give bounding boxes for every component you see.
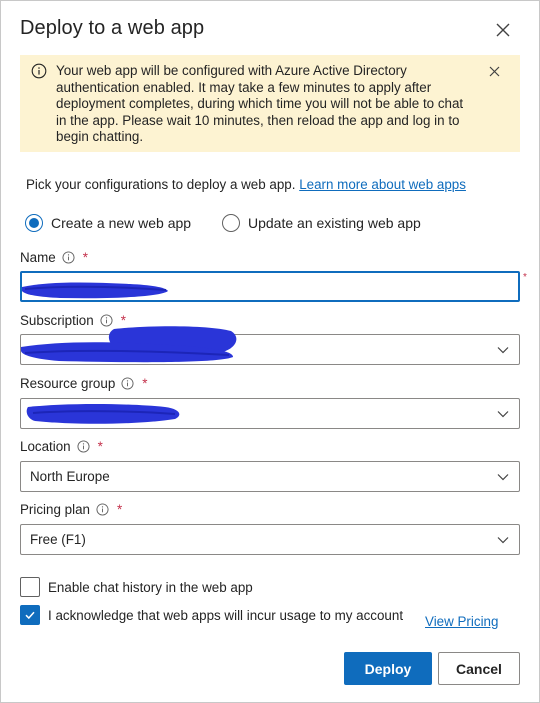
name-label: Name * xyxy=(20,250,88,265)
chevron-down-icon xyxy=(497,537,509,544)
deploy-dialog: Deploy to a web app Your web app will be… xyxy=(0,0,540,703)
pricing-plan-label-text: Pricing plan xyxy=(20,502,90,517)
pricing-plan-select[interactable]: Free (F1) xyxy=(20,524,520,555)
location-label: Location * xyxy=(20,439,103,454)
required-mark: * xyxy=(523,272,527,283)
radio-update-existing-web-app[interactable]: Update an existing web app xyxy=(222,212,421,234)
pricing-plan-label: Pricing plan * xyxy=(20,502,122,517)
close-icon xyxy=(496,23,510,37)
location-value: North Europe xyxy=(30,469,110,484)
checkbox-checked[interactable] xyxy=(20,605,40,625)
radio-button-selected[interactable] xyxy=(25,214,43,232)
chevron-down-icon xyxy=(497,347,509,354)
info-icon[interactable] xyxy=(96,503,109,516)
view-pricing-link[interactable]: View Pricing xyxy=(425,614,498,629)
subscription-label: Subscription * xyxy=(20,313,126,328)
acknowledge-usage-checkbox[interactable]: I acknowledge that web apps will incur u… xyxy=(20,605,403,625)
redaction-scribble xyxy=(26,404,180,424)
banner-dismiss-button[interactable] xyxy=(486,63,502,79)
chevron-down-icon xyxy=(497,411,509,418)
radio-create-new-web-app[interactable]: Create a new web app xyxy=(25,212,191,234)
enable-chat-history-checkbox[interactable]: Enable chat history in the web app xyxy=(20,577,253,597)
info-icon[interactable] xyxy=(77,440,90,453)
required-mark: * xyxy=(97,439,103,454)
radio-label: Create a new web app xyxy=(51,215,192,231)
required-mark: * xyxy=(142,376,148,391)
location-label-text: Location xyxy=(20,439,71,454)
redaction-scribble xyxy=(21,326,237,363)
chevron-down-icon xyxy=(497,474,509,481)
pricing-plan-value: Free (F1) xyxy=(30,532,86,547)
intro-text: Pick your configurations to deploy a web… xyxy=(26,177,466,192)
close-dialog-button[interactable] xyxy=(491,18,515,42)
close-icon xyxy=(489,66,499,76)
name-label-text: Name xyxy=(20,250,56,265)
required-mark: * xyxy=(116,502,123,517)
learn-more-link[interactable]: Learn more about web apps xyxy=(299,177,466,192)
info-icon[interactable] xyxy=(62,251,75,264)
info-icon[interactable] xyxy=(100,314,113,327)
subscription-select[interactable] xyxy=(20,326,520,365)
redaction-scribble xyxy=(22,282,168,299)
checkbox-label: I acknowledge that web apps will incur u… xyxy=(48,607,404,623)
name-input[interactable] xyxy=(20,271,520,302)
radio-label: Update an existing web app xyxy=(248,215,421,231)
checkmark-icon xyxy=(25,611,35,620)
checkbox-label: Enable chat history in the web app xyxy=(48,579,253,595)
location-select[interactable]: North Europe xyxy=(20,461,520,492)
resource-group-label-text: Resource group xyxy=(20,376,116,391)
required-mark: * xyxy=(120,313,126,328)
banner-message: Your web app will be configured with Azu… xyxy=(56,63,464,144)
subscription-label-text: Subscription xyxy=(20,313,94,328)
info-icon xyxy=(31,63,47,79)
info-banner: Your web app will be configured with Azu… xyxy=(20,55,520,152)
resource-group-select[interactable] xyxy=(20,398,520,429)
checkbox-unchecked[interactable] xyxy=(20,577,40,597)
deploy-button[interactable]: Deploy xyxy=(344,652,432,685)
required-mark: * xyxy=(82,250,88,265)
radio-button[interactable] xyxy=(222,214,240,232)
intro-label: Pick your configurations to deploy a web… xyxy=(26,177,296,192)
resource-group-label: Resource group * xyxy=(20,376,148,391)
info-icon[interactable] xyxy=(121,377,134,390)
cancel-button[interactable]: Cancel xyxy=(438,652,520,685)
dialog-title: Deploy to a web app xyxy=(20,17,205,39)
